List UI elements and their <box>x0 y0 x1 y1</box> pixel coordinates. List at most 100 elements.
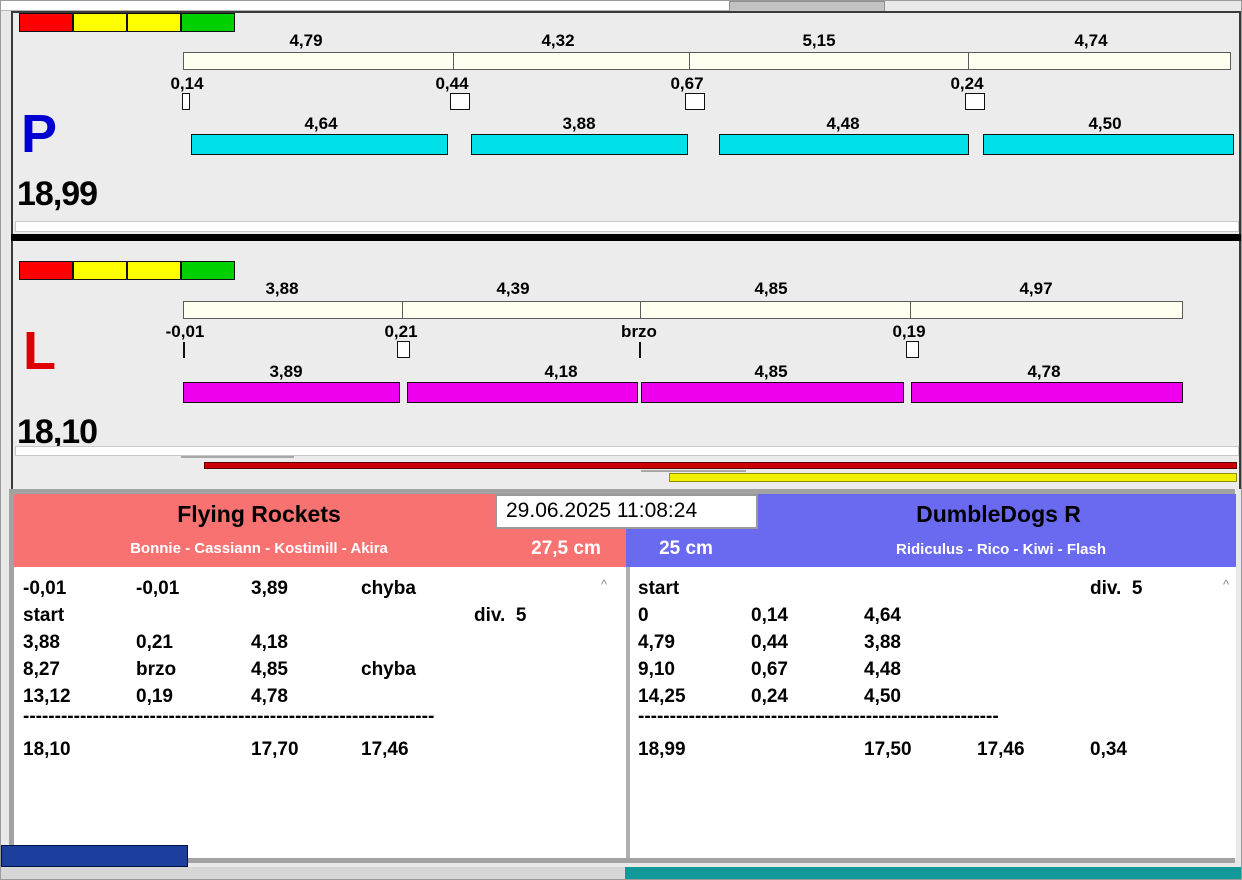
jump-height: 25 cm <box>659 538 713 559</box>
dog-time-bar <box>407 382 638 403</box>
result-cell: 0,24 <box>751 686 788 707</box>
result-cell: 4,79 <box>638 632 675 653</box>
dog-time-bar <box>183 382 400 403</box>
result-cell: chyba <box>361 578 416 599</box>
result-cell: 0,44 <box>751 632 788 653</box>
dog-time-label: 4,78 <box>1027 362 1061 381</box>
changeover-time-label: 0,19 <box>892 322 926 341</box>
team-name: DumbleDogs R <box>916 501 1081 527</box>
lane-track-strip <box>15 446 1239 456</box>
result-cell: 0,67 <box>751 659 788 680</box>
run-progress-bar-yellow <box>669 473 1237 482</box>
changeover-marker <box>965 93 985 110</box>
result-cell: 0,14 <box>751 605 788 626</box>
result-separator: ----------------------------------------… <box>638 706 999 727</box>
split-time-label: 4,79 <box>289 31 323 50</box>
scroll-up-arrow[interactable]: ^ <box>601 578 607 591</box>
lane-total-time: 18,10 <box>17 413 98 451</box>
result-cell: chyba <box>361 659 416 680</box>
taskbar-strip <box>625 867 1241 879</box>
dog-time-label: 4,50 <box>1088 114 1122 133</box>
panel-divider <box>626 567 630 858</box>
split-time-label: 4,85 <box>754 279 788 298</box>
result-cell: -0,01 <box>136 578 180 599</box>
result-cell: 3,88 <box>864 632 901 653</box>
timestamp: 29.06.2025 11:08:24 <box>495 494 758 529</box>
result-cell: 4,18 <box>251 632 288 653</box>
changeover-time-label: brzo <box>621 322 657 341</box>
team-dogs: Bonnie - Cassiann - Kostimill - Akira <box>130 540 388 557</box>
start-light-red-icon <box>19 13 73 32</box>
result-total: 17,46 <box>977 739 1025 760</box>
lane-track-strip <box>15 221 1239 232</box>
start-light-green-icon <box>181 13 235 32</box>
jump-height: 27,5 cm <box>531 538 601 559</box>
result-separator: ----------------------------------------… <box>23 706 435 727</box>
dog-time-bar <box>983 134 1234 155</box>
dog-time-label: 4,18 <box>544 362 578 381</box>
dog-time-label: 3,89 <box>269 362 303 381</box>
result-cell: brzo <box>136 659 177 680</box>
dog-time-bar <box>719 134 969 155</box>
start-lights-l <box>19 261 235 280</box>
changeover-marker <box>450 93 470 110</box>
dog-time-bar <box>191 134 448 155</box>
start-light-yellow2-icon <box>127 261 181 280</box>
run-progress-bar-red <box>204 462 1237 469</box>
changeover-marker <box>397 341 410 358</box>
start-lights-p <box>19 13 235 32</box>
start-light-yellow1-icon <box>73 13 127 32</box>
result-cell: 4,78 <box>251 686 288 707</box>
team-name: Flying Rockets <box>177 501 341 527</box>
lane-letter: P <box>21 104 58 164</box>
split-separator <box>910 302 911 318</box>
changeover-time-label: 0,44 <box>435 74 469 93</box>
result-cell: 4,48 <box>864 659 901 680</box>
changeover-marker <box>182 93 190 110</box>
result-cell: 14,25 <box>638 686 686 707</box>
result-cell: 4,50 <box>864 686 901 707</box>
dog-time-label: 4,85 <box>754 362 788 381</box>
changeover-marker <box>639 342 641 358</box>
dog-time-bar <box>911 382 1183 403</box>
split-separator <box>402 302 403 318</box>
result-total: 0,34 <box>1090 739 1127 760</box>
changeover-marker <box>183 342 185 358</box>
dog-time-bar <box>641 382 904 403</box>
lane-total-time: 18,99 <box>17 175 98 213</box>
bottom-strip <box>1 867 625 879</box>
result-cell: 0,21 <box>136 632 173 653</box>
team-dogs: Ridiculus - Rico - Kiwi - Flash <box>895 541 1106 558</box>
start-light-yellow2-icon <box>127 13 181 32</box>
lane-divider <box>11 234 1241 241</box>
dog-time-label: 3,88 <box>562 114 596 133</box>
result-total: 17,46 <box>361 739 409 760</box>
changeover-time-label: 0,14 <box>170 74 204 93</box>
changeover-marker <box>906 341 919 358</box>
result-cell: 4,64 <box>864 605 901 626</box>
result-cell: div. 5 <box>1090 578 1143 599</box>
split-time-label: 4,32 <box>541 31 575 50</box>
split-separator <box>689 53 690 69</box>
split-time-label: 3,88 <box>265 279 299 298</box>
changeover-time-label: 0,21 <box>384 322 418 341</box>
result-cell: div. 5 <box>474 605 527 626</box>
result-total: 18,10 <box>23 739 71 760</box>
start-light-red-icon <box>19 261 73 280</box>
result-cell: 3,88 <box>23 632 60 653</box>
split-separator <box>640 302 641 318</box>
dog-time-bar <box>471 134 688 155</box>
result-cell: 3,89 <box>251 578 288 599</box>
progress-track-outline <box>181 456 294 458</box>
result-cell: start <box>23 605 65 626</box>
scroll-up-arrow[interactable]: ^ <box>1223 578 1229 591</box>
result-total: 18,99 <box>638 739 686 760</box>
lane-letter: L <box>23 321 56 381</box>
flyball-timing-screen: 4,79 4,32 5,15 4,74 0,14 0,44 0,67 0,24 … <box>0 0 1242 880</box>
taskbar-button[interactable] <box>1 845 188 867</box>
start-light-yellow1-icon <box>73 261 127 280</box>
changeover-time-label: 0,67 <box>670 74 704 93</box>
dog-time-label: 4,48 <box>826 114 860 133</box>
changeover-marker <box>685 93 705 110</box>
result-cell: 13,12 <box>23 686 71 707</box>
